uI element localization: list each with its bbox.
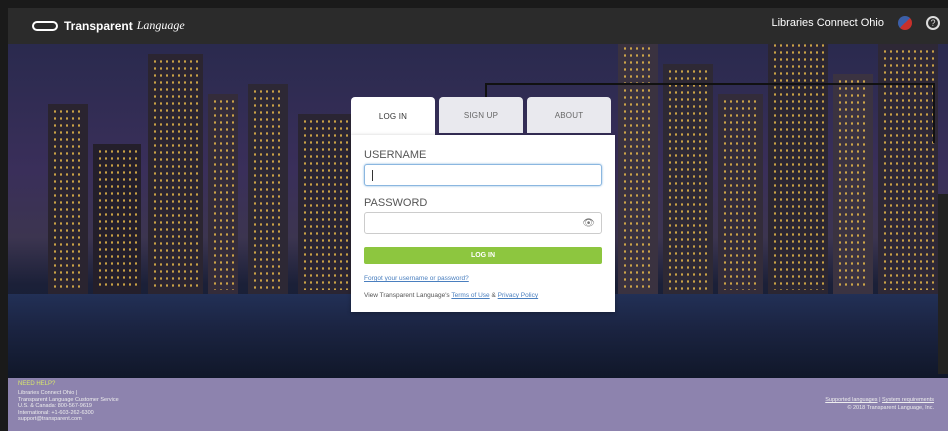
building (48, 104, 88, 294)
side-feedback-tab[interactable] (938, 194, 948, 374)
username-field[interactable] (364, 164, 602, 186)
footer: NEED HELP? Libraries Connect Ohio | Tran… (8, 378, 948, 431)
show-password-icon[interactable]: 👁 (582, 218, 595, 229)
tab-sign-up[interactable]: SIGN UP (439, 97, 523, 133)
library-name[interactable]: Libraries Connect Ohio (771, 17, 884, 29)
top-right-menu: Libraries Connect Ohio ? (771, 16, 940, 30)
system-requirements-link[interactable]: System requirements (882, 397, 934, 403)
tab-about[interactable]: ABOUT (527, 97, 611, 133)
transparent-language-logo[interactable]: Transparent Language (32, 18, 185, 33)
need-help-heading: NEED HELP? (18, 381, 56, 387)
supported-languages-link[interactable]: Supported languages (825, 397, 877, 403)
top-bar: Transparent Language Libraries Connect O… (8, 8, 948, 44)
logo-mark-icon (32, 20, 58, 31)
language-flag-icon[interactable] (898, 16, 912, 30)
building (148, 54, 203, 294)
building (768, 44, 828, 294)
support-email[interactable]: support@transparent.com (18, 416, 119, 423)
tab-log-in[interactable]: LOG IN (351, 97, 435, 135)
footer-links: Supported languages | System requirement… (825, 396, 934, 412)
building (248, 84, 288, 294)
building (93, 144, 141, 294)
terms-text: View Transparent Language's Terms of Use… (364, 292, 538, 299)
building (718, 94, 763, 294)
logo-word: Language (136, 18, 185, 32)
building (663, 64, 713, 294)
login-panel: USERNAME PASSWORD 👁 LOG IN Forgot your u… (351, 135, 615, 312)
annotation-line (485, 83, 935, 85)
support-info: Libraries Connect Ohio | Transparent Lan… (18, 390, 119, 423)
text-cursor (372, 170, 373, 181)
building (833, 74, 873, 294)
help-icon[interactable]: ? (926, 16, 940, 30)
building (878, 44, 938, 294)
login-tabs: LOG IN SIGN UP ABOUT (351, 97, 611, 135)
logo-name: Transparent (64, 18, 133, 33)
copyright: © 2018 Transparent Language, Inc. (847, 405, 934, 411)
building (208, 94, 238, 294)
annotation-line (933, 83, 935, 143)
privacy-policy-link[interactable]: Privacy Policy (498, 292, 538, 299)
terms-prefix: View Transparent Language's (364, 292, 450, 299)
username-label: USERNAME (364, 149, 427, 161)
footer-separator: | (879, 397, 881, 403)
terms-amp: & (491, 292, 496, 299)
forgot-credentials-link[interactable]: Forgot your username or password? (364, 275, 469, 282)
building (298, 114, 353, 294)
terms-of-use-link[interactable]: Terms of Use (451, 292, 489, 299)
building (618, 44, 658, 294)
password-label: PASSWORD (364, 197, 428, 209)
password-field[interactable]: 👁 (364, 212, 602, 234)
login-button[interactable]: LOG IN (364, 247, 602, 264)
